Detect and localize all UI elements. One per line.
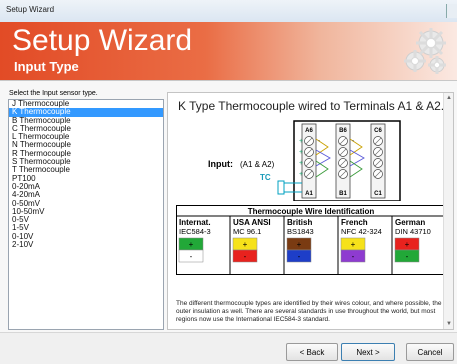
input-label: Input:	[208, 159, 233, 169]
plus-sign: +	[299, 160, 303, 167]
content-scrollbar[interactable]: ▲ ▼	[443, 93, 453, 329]
terminal-label-b6: B6	[339, 128, 347, 134]
setup-wizard-window: Setup Wizard Setup Wizard Input Type Sel…	[0, 0, 457, 364]
plus-sign: +	[351, 240, 356, 249]
minus-sign: -	[244, 252, 247, 261]
scroll-up-icon[interactable]: ▲	[446, 95, 452, 101]
wire-identification-table: Thermocouple Wire Identification Interna…	[176, 205, 446, 275]
wizard-header: Setup Wizard Input Type	[0, 22, 457, 80]
plus-sign: +	[189, 240, 194, 249]
wire-standard-name: French	[341, 218, 368, 227]
terminal-label-c1: C1	[374, 191, 382, 197]
minus-sign: -	[352, 252, 355, 261]
window-control[interactable]	[446, 4, 457, 18]
list-item[interactable]: 2-10V	[9, 240, 163, 249]
wizard-title: Setup Wizard	[12, 24, 193, 57]
terminal-label-a6: A6	[305, 128, 313, 134]
wire-table-title: Thermocouple Wire Identification	[248, 207, 375, 216]
terminal-label-b1: B1	[339, 191, 347, 197]
list-item[interactable]: 0-5V	[9, 215, 163, 224]
wire-standard-name: Internat.	[179, 218, 211, 227]
minus-sign: -	[298, 252, 301, 261]
wire-standard-code: BS1843	[287, 227, 314, 236]
input-type-listbox[interactable]: J Thermocouple K Thermocouple B Thermocoup…	[8, 99, 164, 330]
wire-standard-name: German	[395, 218, 425, 227]
plus-sign: +	[299, 138, 303, 145]
wire-standard-code: IEC584-3	[179, 227, 211, 236]
terminal-label-a1: A1	[305, 191, 313, 197]
terminal-label-c6: C6	[374, 128, 382, 134]
thermocouple-description: The different thermocouple types are ide…	[176, 300, 442, 323]
tc-label: TC	[260, 173, 271, 182]
wire-standard-code: DIN 43710	[395, 227, 431, 236]
minus-sign: -	[406, 252, 409, 261]
wizard-body: Select the Input sensor type. J Thermoco…	[0, 80, 457, 333]
plus-sign: +	[243, 240, 248, 249]
cancel-button[interactable]: Cancel	[406, 343, 454, 361]
wire-standard-name: USA ANSI	[233, 218, 271, 227]
wiring-diagram: A6 B6 C6 A1 B1 C1 + + + + - - Input: (A1…	[208, 120, 401, 201]
wiring-info-panel: K Type Thermocouple wired to Terminals A…	[167, 92, 454, 330]
list-item[interactable]: 10-50mV	[9, 207, 163, 216]
wire-standard-code: NFC 42-324	[341, 227, 382, 236]
wire-standard-code: MC 96.1	[233, 227, 261, 236]
next-button[interactable]: Next >	[341, 343, 395, 361]
input-terminals: (A1 & A2)	[240, 160, 275, 169]
back-button[interactable]: < Back	[286, 343, 338, 361]
window-title: Setup Wizard	[6, 5, 55, 14]
title-bar: Setup Wizard	[0, 0, 457, 23]
plus-sign: +	[405, 240, 410, 249]
input-list-label: Select the Input sensor type.	[9, 90, 98, 97]
wizard-subtitle: Input Type	[14, 59, 79, 74]
wiring-title: K Type Thermocouple wired to Terminals A…	[178, 99, 445, 113]
plus-sign: +	[299, 149, 303, 156]
minus-sign: -	[190, 252, 193, 261]
plus-sign: +	[297, 240, 302, 249]
gears-icon	[404, 28, 446, 74]
scroll-down-icon[interactable]: ▼	[446, 321, 452, 327]
wizard-footer: < Back Next > Cancel	[0, 332, 457, 364]
wire-standard-name: British	[287, 218, 312, 227]
plus-sign: +	[299, 171, 303, 178]
